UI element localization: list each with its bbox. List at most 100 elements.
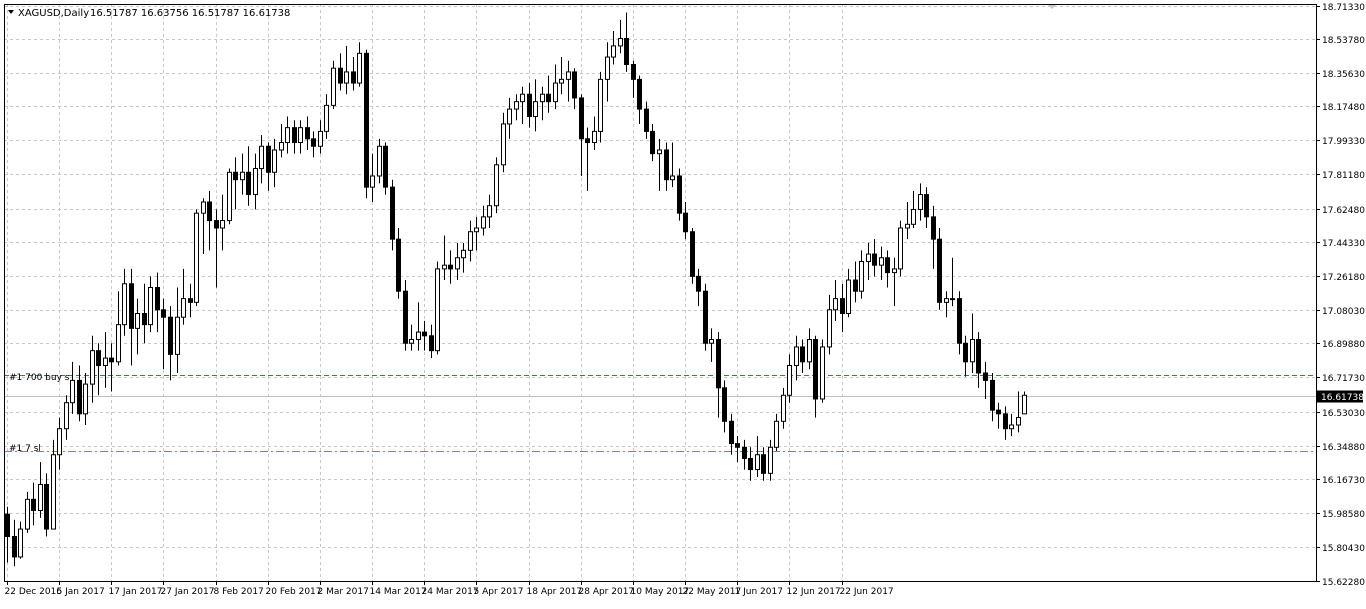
- y-tick-label: 16.53030: [1322, 409, 1365, 419]
- bear-candle: [729, 420, 734, 445]
- bear-candle: [396, 238, 401, 292]
- bull-candle: [892, 268, 897, 274]
- bear-candle: [761, 454, 766, 474]
- y-tick-label: 16.34880: [1322, 443, 1365, 453]
- bear-candle: [5, 513, 10, 537]
- bull-candle: [918, 194, 923, 210]
- buy-order-label: #1 700 buy s: [9, 373, 70, 383]
- bull-candle: [481, 216, 486, 229]
- bear-candle: [207, 201, 212, 222]
- bear-candle: [840, 298, 845, 314]
- bull-candle: [135, 312, 140, 329]
- bear-candle: [266, 145, 271, 173]
- bear-candle: [963, 342, 968, 363]
- bear-candle: [1003, 413, 1008, 430]
- bear-candle: [853, 279, 858, 292]
- bull-candle: [820, 346, 825, 400]
- x-tick-label: 12 Jun 2017: [787, 587, 841, 597]
- bull-candle: [220, 220, 225, 229]
- bear-candle: [77, 379, 82, 415]
- bull-candle: [38, 483, 43, 511]
- bull-candle: [344, 71, 349, 84]
- bull-candle: [1009, 424, 1014, 430]
- bull-candle: [520, 93, 525, 103]
- bear-candle: [155, 286, 160, 311]
- bear-candle: [716, 339, 721, 389]
- bull-candle: [103, 357, 108, 367]
- bull-candle: [501, 123, 506, 166]
- bull-candle: [64, 402, 69, 430]
- bull-candle: [592, 130, 597, 144]
- bull-candle: [566, 71, 571, 80]
- bull-candle: [18, 528, 23, 558]
- x-tick-label: 22 Dec 2016: [5, 587, 63, 597]
- x-tick-label: 18 Apr 2017: [527, 587, 583, 597]
- bear-candle: [246, 171, 251, 196]
- chart-symbol: XAGUSD,Daily: [18, 8, 89, 19]
- bull-candle: [494, 164, 499, 207]
- bull-candle: [324, 104, 329, 132]
- bull-candle: [911, 208, 916, 225]
- bull-candle: [181, 298, 186, 318]
- bear-candle: [364, 52, 369, 188]
- y-tick-label: 15.62280: [1322, 578, 1365, 588]
- bear-candle: [937, 238, 942, 303]
- bear-candle: [683, 212, 688, 233]
- bear-candle: [422, 331, 427, 337]
- bear-candle: [338, 67, 343, 84]
- bear-candle: [624, 37, 629, 65]
- bull-candle: [1022, 394, 1027, 415]
- bear-candle: [957, 298, 962, 344]
- bull-candle: [898, 227, 903, 270]
- x-tick-label: 28 Apr 2017: [579, 587, 635, 597]
- bull-candle: [905, 223, 910, 229]
- bear-candle: [690, 231, 695, 277]
- y-tick-label: 17.81180: [1322, 171, 1365, 181]
- bull-candle: [657, 149, 662, 155]
- bull-candle: [318, 130, 323, 147]
- bull-candle: [90, 350, 95, 385]
- bull-candle: [827, 309, 832, 348]
- bull-candle: [514, 101, 519, 110]
- x-tick-label: 1 Jun 2017: [735, 587, 783, 597]
- bull-candle: [455, 257, 460, 270]
- bull-candle: [57, 428, 62, 456]
- candlestick-chart: 18.71330 18.53780 18.35630 18.17480 17.99330…: [4, 3, 1365, 597]
- bull-candle: [83, 383, 88, 415]
- y-tick-label: 18.17480: [1322, 103, 1365, 113]
- bull-candle: [950, 298, 955, 301]
- bull-candle: [201, 201, 206, 214]
- chart-window: 18.71330 18.53780 18.35630 18.17480 17.99330…: [0, 0, 1366, 605]
- bull-candle: [781, 394, 786, 422]
- bear-candle: [813, 339, 818, 400]
- bull-candle: [227, 171, 232, 222]
- bull-candle: [253, 168, 258, 196]
- x-tick-label: 17 Jan 2017: [109, 587, 163, 597]
- bear-candle: [96, 350, 101, 367]
- bull-candle: [259, 145, 264, 170]
- bear-candle: [637, 78, 642, 110]
- bear-candle: [722, 387, 727, 422]
- bull-candle: [416, 331, 421, 341]
- x-tick-label: 22 May 2017: [683, 587, 742, 597]
- bear-candle: [448, 264, 453, 270]
- y-tick-label: 17.44330: [1322, 239, 1365, 249]
- bull-candle: [611, 45, 616, 58]
- bull-candle: [487, 205, 492, 218]
- grid: [4, 4, 1316, 582]
- bear-candle: [976, 339, 981, 374]
- bear-candle: [996, 409, 1001, 415]
- y-tick-label: 16.71730: [1322, 374, 1365, 384]
- bear-candle: [579, 97, 584, 140]
- bull-candle: [1016, 417, 1021, 426]
- x-tick-label: 8 Feb 2017: [214, 587, 264, 597]
- bear-candle: [990, 379, 995, 411]
- y-tick-label: 16.16730: [1322, 476, 1365, 486]
- bull-candle: [272, 149, 277, 173]
- bull-candle: [435, 268, 440, 352]
- y-tick-label: 16.89880: [1322, 340, 1365, 350]
- bull-candle: [533, 101, 538, 118]
- bear-candle: [983, 372, 988, 381]
- bear-candle: [109, 357, 114, 363]
- bear-candle: [390, 186, 395, 240]
